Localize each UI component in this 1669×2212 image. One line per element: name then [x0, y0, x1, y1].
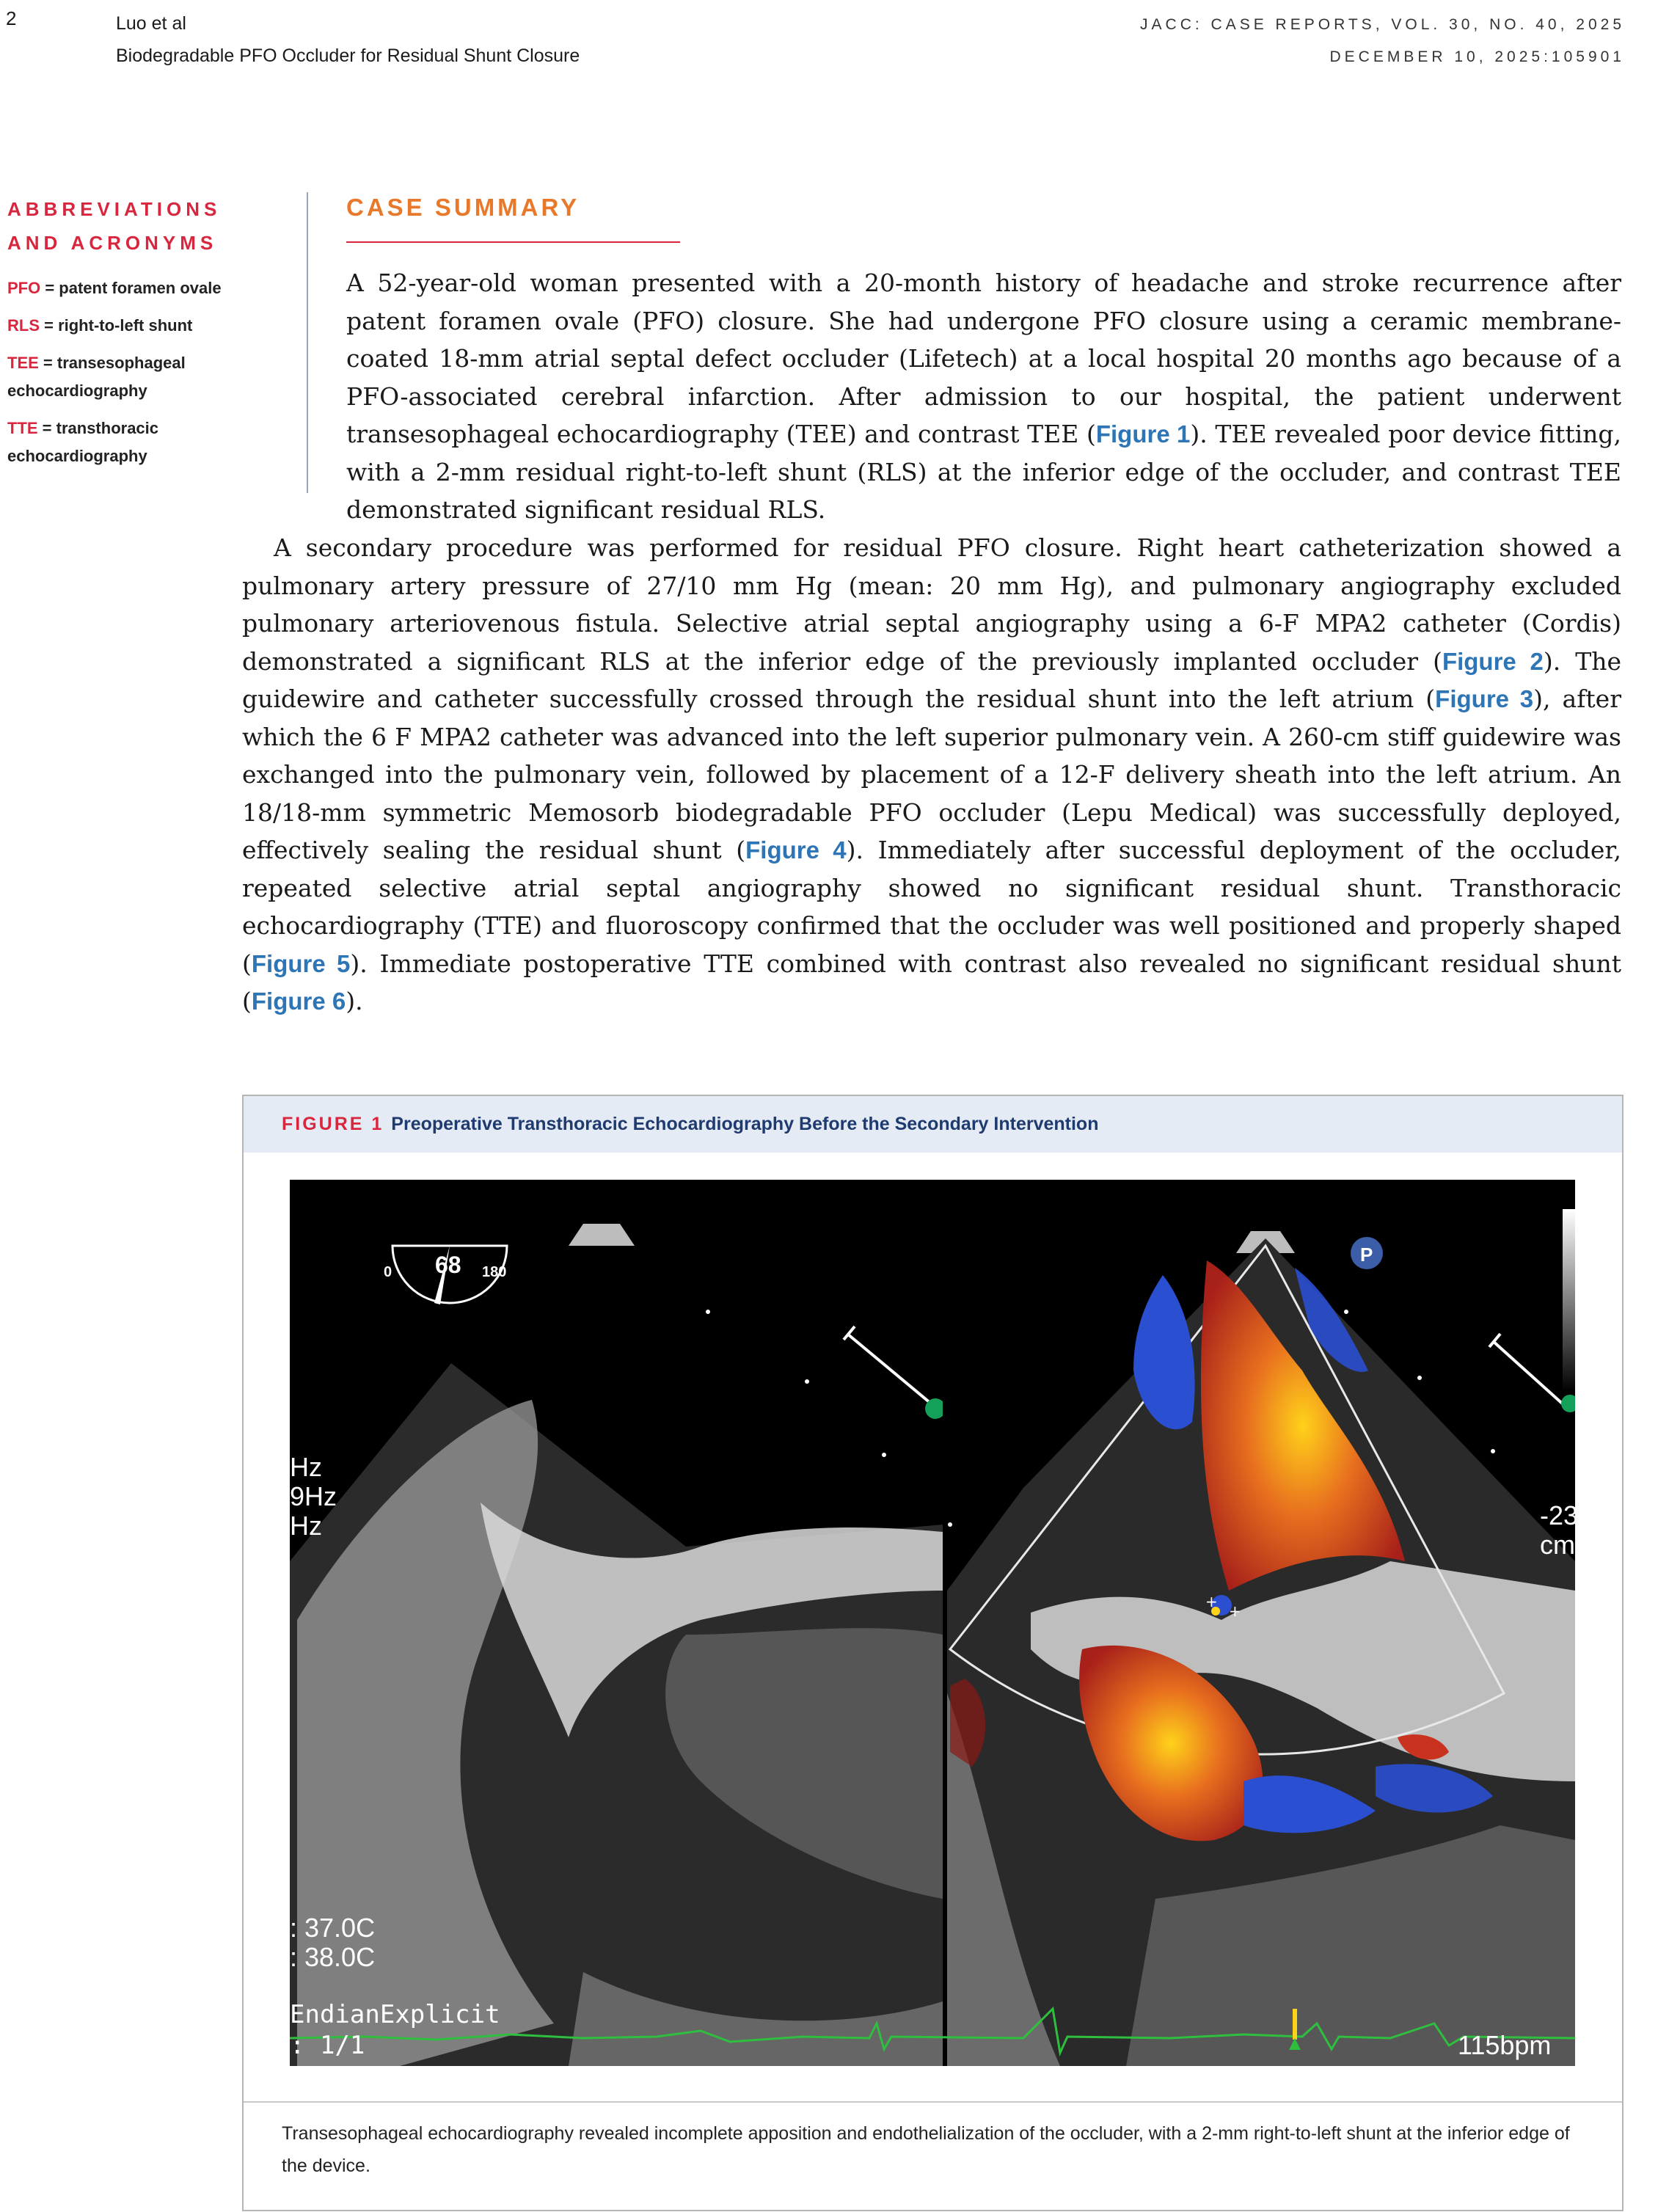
left-probe-marker [569, 1224, 635, 1246]
abbreviations-title: ABBREVIATIONS AND ACRONYMS [7, 192, 307, 260]
abbreviation-item: TEE = transesophageal echocardiography [7, 349, 264, 405]
angle-min-label: 0 [384, 1264, 392, 1280]
scale-dot [1491, 1449, 1495, 1453]
abbreviation-item: PFO = patent foramen ovale [7, 274, 264, 302]
paragraph-text: ). [346, 987, 363, 1015]
depth-line-2: cm [1540, 1530, 1575, 1560]
abbreviations-title-line2: AND ACRONYMS [7, 232, 218, 254]
temperature-line-1: : 37.0C [290, 1913, 376, 1943]
page-number: 2 [6, 7, 17, 29]
figure-4-link[interactable]: Figure 4 [745, 836, 846, 864]
scale-dot [882, 1453, 886, 1457]
ecg-cursor [1293, 2009, 1297, 2040]
journal-citation: JACC: CASE REPORTS, VOL. 30, NO. 40, 202… [1140, 9, 1625, 73]
figure-caption: Transesophageal echocardiography reveale… [282, 2123, 1570, 2176]
right-orientation-line [1491, 1340, 1568, 1409]
p-marker-label: P [1360, 1244, 1373, 1266]
echocardiography-image: + + 0 68 180 Hz 9Hz Hz: 37.0C: 38.0C E… [290, 1180, 1575, 2066]
scale-dot [1417, 1376, 1422, 1380]
left-orientation-line [846, 1332, 937, 1409]
abbreviation-term: PFO [7, 279, 41, 297]
depth-readout: -23 cm [1540, 1501, 1575, 1560]
journal-citation-line1: JACC: CASE REPORTS, VOL. 30, NO. 40, 202… [1140, 16, 1625, 33]
caliper-mark: + [1229, 1602, 1241, 1620]
angle-value-label: 68 [435, 1252, 461, 1278]
temperature-readout: : 37.0C : 38.0C [290, 1913, 375, 1972]
heart-rate-label: 115bpm [1458, 2030, 1552, 2060]
scale-dot [805, 1379, 809, 1384]
abbreviations-box: ABBREVIATIONS AND ACRONYMS PFO = patent … [7, 192, 308, 493]
abbreviation-term: TTE [7, 419, 38, 437]
figure-1-link[interactable]: Figure 1 [1096, 420, 1191, 448]
left-orientation-dot [925, 1398, 946, 1419]
abbreviation-definition: = patent foramen ovale [40, 279, 222, 297]
frequency-line-1: Hz [290, 1452, 322, 1482]
panel-divider [943, 1180, 947, 2066]
angle-max-label: 180 [482, 1264, 507, 1280]
frame-counter: : 1/1 [290, 2031, 365, 2060]
running-head: Luo et al Biodegradable PFO Occluder for… [116, 7, 580, 72]
frequency-line-2: 9Hz [290, 1481, 337, 1511]
echo-image-graphic: + + [290, 1180, 1575, 2066]
figure-5-link[interactable]: Figure 5 [252, 950, 351, 977]
journal-citation-line2: DECEMBER 10, 2025:105901 [1329, 48, 1625, 65]
figure-2-link[interactable]: Figure 2 [1442, 648, 1544, 675]
grayscale-bar [1563, 1209, 1575, 1392]
figure-3-link[interactable]: Figure 3 [1435, 685, 1533, 712]
figure-title: Preoperative Transthoracic Echocardiogra… [391, 1114, 1099, 1134]
abbreviation-term: TEE [7, 354, 39, 372]
scale-dot [948, 1522, 952, 1527]
endian-label: EndianExplicit [290, 2000, 500, 2029]
abbreviations-title-line1: ABBREVIATIONS [7, 198, 222, 220]
figure-number: FIGURE 1 [282, 1114, 384, 1134]
figure-6-link[interactable]: Figure 6 [252, 988, 346, 1015]
figure-1: FIGURE 1 Preoperative Transthoracic Echoc… [242, 1095, 1624, 2211]
section-heading-rule [346, 241, 680, 243]
frequency-line-3: Hz [290, 1511, 322, 1541]
abbreviation-item: TTE = transthoracic echocardiography [7, 415, 264, 470]
paragraph-text: A secondary procedure was performed for … [242, 533, 1621, 676]
abbreviation-term: RLS [7, 316, 40, 335]
temperature-line-2: : 38.0C [290, 1942, 376, 1972]
caption-divider [244, 2101, 1622, 2103]
depth-line-1: -23 [1540, 1500, 1575, 1530]
section-heading: CASE SUMMARY [346, 194, 580, 221]
running-head-title: Biodegradable PFO Occluder for Residual … [116, 45, 580, 66]
body-paragraph-1: A 52-year-old woman presented with a 20-… [346, 264, 1621, 529]
running-head-authors: Luo et al [116, 13, 186, 34]
frequency-readout: Hz 9Hz Hz [290, 1453, 337, 1541]
figure-label: FIGURE 1 Preoperative Transthoracic Echoc… [282, 1114, 1098, 1135]
caliper-mark: + [1205, 1593, 1218, 1610]
abbreviation-definition: = right-to-left shunt [40, 316, 193, 335]
abbreviations-list: PFO = patent foramen ovale RLS = right-t… [7, 274, 307, 470]
paragraph-text: ). Immediate postoperative TTE combined … [242, 949, 1621, 1016]
scale-dot [1344, 1310, 1348, 1314]
abbreviation-item: RLS = right-to-left shunt [7, 312, 264, 340]
body-paragraph-2: A secondary procedure was performed for … [242, 529, 1621, 1021]
right-orientation-dot [1561, 1395, 1575, 1412]
figure-header: FIGURE 1 Preoperative Transthoracic Echoc… [244, 1096, 1622, 1153]
scale-dot [706, 1310, 710, 1314]
